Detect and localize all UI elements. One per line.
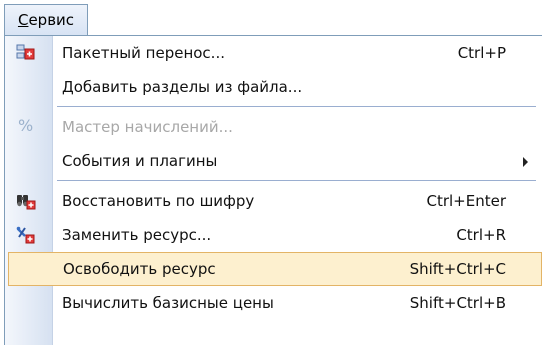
percent-icon: % — [18, 116, 34, 135]
service-dropdown-menu: Пакетный перенос... Ctrl+P Добавить разд… — [4, 35, 542, 345]
menu-item-label: Вычислить базисные цены — [62, 294, 274, 312]
menu-item-label: Пакетный перенос... — [62, 44, 225, 62]
batch-transfer-icon — [16, 44, 36, 62]
menu-item-label: Освободить ресурс — [63, 260, 216, 278]
menu-service-label: ервис — [28, 11, 75, 29]
menu-item-label: Добавить разделы из файла... — [62, 78, 303, 96]
menu-item-label: Заменить ресурс... — [62, 226, 212, 244]
menu-item-label: Мастер начислений... — [62, 118, 233, 136]
menu-item-restore-by-code[interactable]: Восстановить по шифру Ctrl+Enter — [5, 184, 542, 218]
menu-item-calculate-base-prices[interactable]: Вычислить базисные цены Shift+Ctrl+B — [5, 286, 542, 320]
menu-item-accrual-wizard: % Мастер начислений... — [5, 110, 542, 144]
menu-item-label: События и плагины — [62, 152, 218, 170]
menu-item-release-resource[interactable]: Освободить ресурс Shift+Ctrl+C — [8, 252, 542, 286]
replace-resource-icon — [16, 226, 36, 244]
screen: Сервис Пакетный перенос... Ctrl+P Добави… — [0, 0, 542, 345]
menu-item-add-sections-from-file[interactable]: Добавить разделы из файла... — [5, 70, 542, 104]
menu-item-shortcut: Shift+Ctrl+B — [409, 294, 506, 312]
menu-item-replace-resource[interactable]: Заменить ресурс... Ctrl+R — [5, 218, 542, 252]
menu-items: Пакетный перенос... Ctrl+P Добавить разд… — [5, 36, 542, 320]
submenu-arrow-icon — [523, 157, 528, 167]
menu-service-mnemonic: С — [17, 11, 29, 29]
binoculars-icon — [16, 192, 36, 210]
menu-item-events-and-plugins[interactable]: События и плагины — [5, 144, 542, 178]
menu-item-shortcut: Ctrl+Enter — [426, 192, 506, 210]
menu-item-label: Восстановить по шифру — [62, 192, 255, 210]
menu-service[interactable]: Сервис — [4, 4, 88, 36]
menu-item-shortcut: Ctrl+R — [456, 226, 506, 244]
menu-item-shortcut: Shift+Ctrl+C — [409, 260, 506, 278]
menu-item-shortcut: Ctrl+P — [457, 44, 506, 62]
menu-item-batch-transfer[interactable]: Пакетный перенос... Ctrl+P — [5, 36, 542, 70]
